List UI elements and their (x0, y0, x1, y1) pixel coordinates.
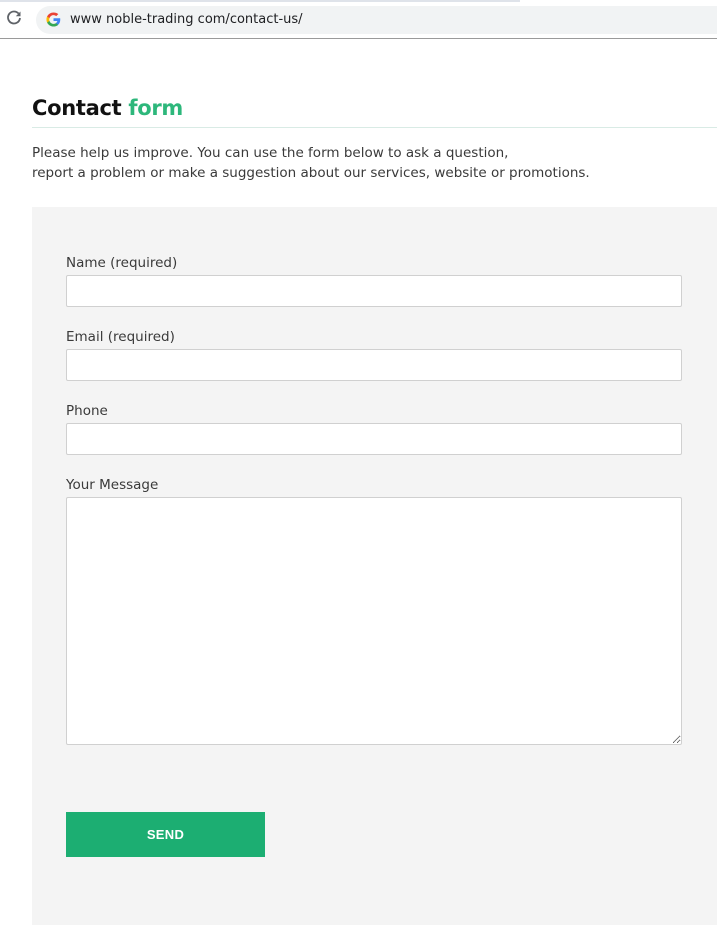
phone-input[interactable] (66, 423, 682, 455)
message-label: Your Message (66, 477, 159, 493)
google-icon (46, 12, 61, 27)
browser-toolbar: www noble-trading com/contact-us/ (0, 0, 717, 39)
message-textarea[interactable] (66, 497, 682, 745)
name-label: Name (required) (66, 255, 178, 271)
title-accent: form (128, 96, 184, 120)
page-title: Contact form (32, 96, 183, 120)
email-label: Email (required) (66, 329, 175, 345)
intro-line-1: Please help us improve. You can use the … (32, 145, 509, 161)
email-input[interactable] (66, 349, 682, 381)
phone-label: Phone (66, 403, 108, 419)
address-bar[interactable]: www noble-trading com/contact-us/ (36, 6, 717, 34)
send-button[interactable]: SEND (66, 812, 265, 857)
intro-line-2: report a problem or make a suggestion ab… (32, 165, 590, 181)
tab-strip-edge (0, 0, 520, 2)
url-text[interactable]: www noble-trading com/contact-us/ (70, 12, 303, 27)
intro-text: Please help us improve. You can use the … (32, 143, 692, 183)
contact-form: Name (required) Email (required) Phone Y… (32, 207, 717, 925)
title-divider (32, 127, 717, 128)
name-input[interactable] (66, 275, 682, 307)
title-main: Contact (32, 96, 129, 120)
reload-icon[interactable] (5, 9, 23, 27)
